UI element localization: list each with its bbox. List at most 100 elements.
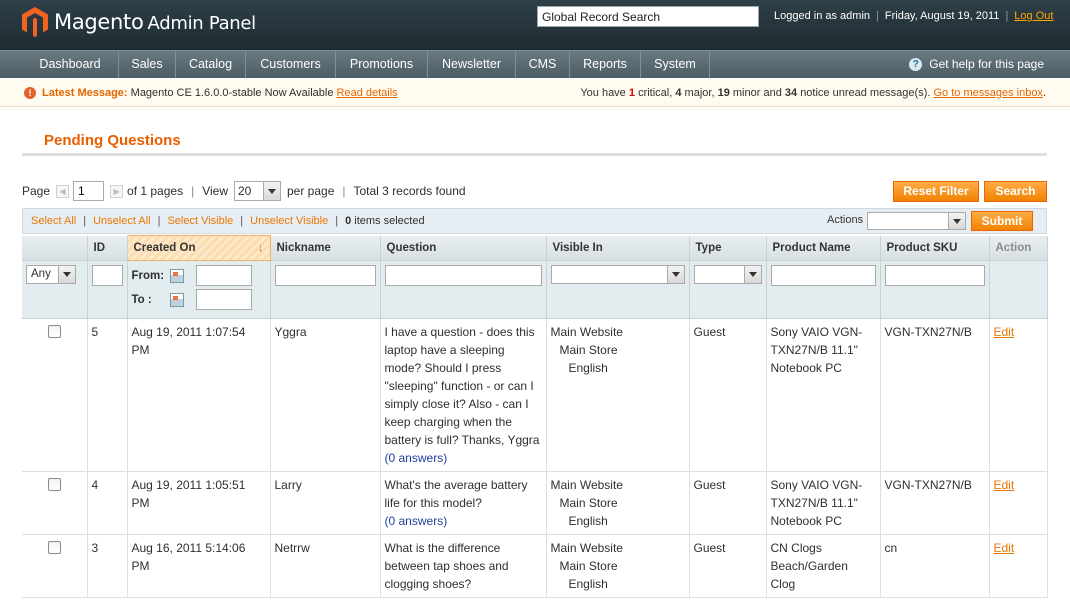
cell-sku: VGN-TXN27N/B [880,318,990,472]
question-text: What is the difference between tap shoes… [384,541,509,591]
sort-down-icon: ↓ [258,242,264,254]
per-page-select[interactable]: 20 [234,181,281,201]
row-checkbox[interactable] [47,325,61,338]
page-number-input[interactable] [73,181,105,201]
edit-link[interactable]: Edit [994,541,1015,555]
nav-promotions[interactable]: Promotions [336,51,428,78]
row-checkbox[interactable] [47,478,61,491]
date-to-row: To : [132,289,266,310]
edit-link[interactable]: Edit [994,478,1015,492]
store-view-name: English [568,514,608,528]
to-label: To : [131,293,152,306]
reset-filter-button[interactable]: Reset Filter [893,181,979,202]
row-checkbox[interactable] [47,541,61,554]
nav-cms[interactable]: CMS [516,51,570,78]
logo-text: Magento Admin Panel [54,10,256,34]
answers-link[interactable]: (0 answers) [385,514,448,528]
column-action: Action [989,235,1048,261]
prev-page-icon[interactable]: ◀ [56,184,70,198]
date-from-input[interactable] [195,265,252,286]
website-name: Main Website [550,325,623,339]
column-visible-in[interactable]: Visible In [546,235,690,261]
actions-select[interactable] [867,212,966,230]
magento-logo[interactable]: Magento Admin Panel [22,7,256,37]
filter-visible-cell [546,260,690,319]
answers-link[interactable]: (0 answers) [385,451,448,465]
help-link[interactable]: ? Get help for this page [909,51,1044,78]
column-nickname[interactable]: Nickname [270,235,381,261]
major-count: 4 [675,87,682,99]
pending-questions-grid: ID Created On ↓ Nickname Question Visible… [22,235,1048,598]
chevron-down-icon [743,266,761,283]
filter-row: Any From: To : [22,260,1048,319]
critical-text: critical, [638,87,673,99]
select-all-link[interactable]: Select All [31,215,76,227]
column-id[interactable]: ID [87,235,128,261]
filter-id-cell [87,260,128,319]
any-filter-select[interactable]: Any [26,265,76,284]
help-label: Get help for this page [929,57,1044,71]
column-created-on[interactable]: Created On ↓ [126,235,271,261]
system-message-bar: ! Latest Message: Magento CE 1.6.0.0-sta… [0,79,1070,107]
inbox-period: . [1042,87,1046,99]
per-page-label: per page [287,184,335,198]
of-pages-text: of 1 pages [127,184,184,198]
massaction-separator: | [157,215,161,227]
unselect-all-link[interactable]: Unselect All [93,215,150,227]
next-page-icon[interactable]: ▶ [110,184,124,198]
global-record-search-input[interactable] [537,6,759,27]
nav-customers[interactable]: Customers [246,51,336,78]
store-view-name: English [568,361,608,375]
id-filter-input[interactable] [91,265,123,286]
search-button[interactable]: Search [984,181,1047,202]
row-checkbox-cell [22,318,88,472]
column-type[interactable]: Type [689,235,767,261]
nav-dashboard[interactable]: Dashboard [22,51,119,78]
column-product-sku[interactable]: Product SKU [880,235,990,261]
visible-in-filter-select[interactable] [550,265,685,284]
store-view-name: English [568,577,608,591]
column-product-name[interactable]: Product Name [766,235,881,261]
latest-message-label: Latest Message: [42,87,128,99]
row-checkbox-cell [22,471,88,535]
nav-newsletter[interactable]: Newsletter [428,51,516,78]
grid-header-row: ID Created On ↓ Nickname Question Visible… [22,235,1048,261]
store-name: Main Store [559,496,618,510]
logout-link[interactable]: Log Out [1014,10,1053,22]
cell-visible-in: Main Website Main Store English [546,534,690,598]
nickname-filter-input[interactable] [274,265,376,286]
nav-catalog[interactable]: Catalog [176,51,246,78]
critical-count: 1 [628,87,635,99]
edit-link[interactable]: Edit [994,325,1015,339]
nav-sales[interactable]: Sales [119,51,176,78]
admin-header: MagentoAdmin Panel Logged in as admin|Fr… [0,0,1070,50]
sku-filter-input[interactable] [884,265,985,286]
product-name-filter-input[interactable] [770,265,876,286]
column-question[interactable]: Question [380,235,547,261]
column-select [22,235,88,261]
filter-type-cell [689,260,767,319]
cell-sku: VGN-TXN27N/B [880,471,990,535]
per-page-value: 20 [238,184,252,198]
unselect-visible-link[interactable]: Unselect Visible [250,215,328,227]
type-filter-select[interactable] [693,265,762,284]
read-details-link[interactable]: Read details [337,87,398,99]
select-visible-link[interactable]: Select Visible [167,215,233,227]
nav-reports[interactable]: Reports [570,51,641,78]
date-to-input[interactable] [195,289,252,310]
massaction-links: Select All | Unselect All | Select Visible | U… [31,215,425,227]
main-nav: Dashboard Sales Catalog Customers Promot… [0,50,1070,78]
calendar-icon[interactable] [169,292,184,307]
calendar-icon[interactable] [169,268,184,283]
filter-nickname-cell [270,260,381,319]
logo-suffix: Admin Panel [147,13,257,34]
chevron-down-icon [58,266,75,283]
minor-count: 19 [717,87,730,99]
nav-system[interactable]: System [641,51,710,78]
messages-inbox-link[interactable]: Go to messages inbox [933,87,1042,99]
submit-button[interactable]: Submit [971,211,1033,231]
question-filter-input[interactable] [384,265,542,286]
cell-question: I have a question - does this laptop hav… [380,318,547,472]
cell-visible-in: Main Website Main Store English [546,318,690,472]
latest-message: Latest Message: Magento CE 1.6.0.0-stabl… [42,87,398,99]
